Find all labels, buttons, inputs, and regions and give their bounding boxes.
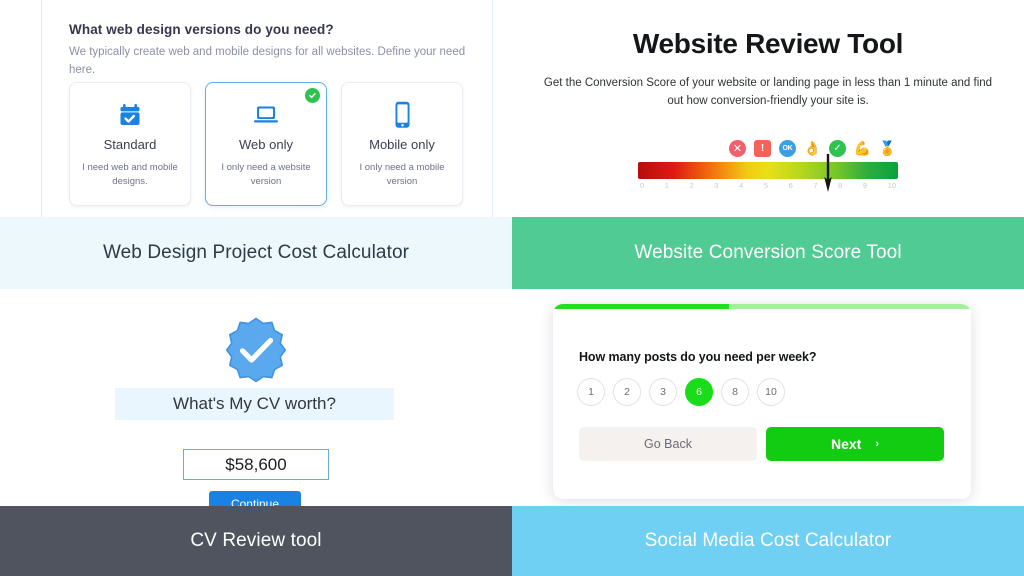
option-3[interactable]: 3 [649, 378, 677, 406]
score-tick: 10 [887, 181, 896, 190]
x-circle-icon: ✕ [729, 139, 746, 157]
award-medal-icon: 🏅 [878, 139, 897, 156]
web-design-option-mobile-only[interactable]: Mobile only I only need a mobile version [341, 82, 463, 206]
option-10[interactable]: 10 [757, 378, 785, 406]
banner-cv-review-tool[interactable]: CV Review tool [0, 506, 512, 576]
website-review-title: Website Review Tool [632, 28, 904, 59]
banner-label: Website Conversion Score Tool [634, 242, 902, 263]
banner-label: CV Review tool [190, 530, 322, 551]
web-design-cost-calculator-preview: What web design versions do you need? We… [0, 0, 512, 217]
web-design-option-web-only[interactable]: Web only I only need a website version [205, 82, 327, 206]
score-gradient-bar [638, 162, 898, 179]
option-6[interactable]: 6 [685, 378, 713, 406]
score-needle-icon [823, 154, 832, 192]
score-tick: 1 [664, 181, 669, 190]
web-design-option-list: Standard I need web and mobile designs. [69, 82, 463, 206]
score-tick: 2 [689, 181, 694, 190]
social-media-question-card: How many posts do you need per week? 1 2… [553, 304, 971, 499]
cv-amount-field[interactable]: $58,600 [183, 449, 329, 480]
option-2[interactable]: 2 [613, 378, 641, 406]
score-tick: 9 [862, 181, 868, 190]
banner-social-media-cost-calculator[interactable]: Social Media Cost Calculator [512, 506, 1024, 576]
conversion-score-scale: ✕ ! OK 👌 ✓ 💪 🏅 0 1 2 3 4 5 6 7 8 9 10 [638, 138, 898, 190]
next-label: Next [830, 436, 862, 452]
ok-hand-icon: 👌 [803, 139, 822, 156]
score-tick: 4 [739, 181, 744, 190]
website-review-subtitle: Get the Conversion Score of your website… [543, 77, 993, 108]
go-back-label: Go Back [644, 437, 692, 451]
web-design-option-desc: I only need a mobile version [359, 162, 445, 188]
posts-per-week-options: 1 2 3 6 8 10 [577, 378, 785, 406]
option-1[interactable]: 1 [577, 378, 605, 406]
banner-website-conversion-score-tool[interactable]: Website Conversion Score Tool [512, 217, 1024, 289]
option-8[interactable]: 8 [721, 378, 749, 406]
progress-track [553, 304, 971, 309]
social-media-question: How many posts do you need per week? [579, 350, 817, 364]
web-design-option-desc: I only need a website version [221, 162, 311, 188]
selected-check-icon [305, 88, 320, 103]
web-design-option-label: Web only [239, 137, 293, 152]
web-design-option-label: Mobile only [369, 137, 435, 152]
cv-headline: What's My CV worth? [173, 394, 336, 413]
website-review-tool-preview: Website Review Tool Get the Conversion S… [512, 0, 1024, 217]
wizard-buttons: Go Back Next › [579, 427, 944, 461]
web-design-option-standard[interactable]: Standard I need web and mobile designs. [69, 82, 191, 206]
cv-headline-band: What's My CV worth? [115, 388, 394, 420]
score-tick: 3 [714, 181, 719, 190]
calendar-check-icon [119, 100, 141, 130]
score-tick: 5 [763, 181, 768, 190]
ok-badge-icon: OK [779, 139, 796, 157]
chevron-right-icon: › [875, 438, 880, 450]
scale-icon-row: ✕ ! OK 👌 ✓ 💪 🏅 [638, 138, 898, 158]
web-design-subtitle: We typically create web and mobile desig… [69, 46, 466, 76]
cv-amount-value: $58,600 [225, 454, 287, 474]
laptop-icon [253, 100, 279, 130]
progress-fill [553, 304, 729, 309]
score-tick-labels: 0 1 2 3 4 5 6 7 8 9 10 [638, 179, 898, 190]
score-tick: 7 [813, 181, 818, 190]
verified-check-badge-icon [225, 317, 287, 383]
web-design-question: What web design versions do you need? [69, 22, 334, 37]
score-tick: 8 [838, 181, 843, 190]
web-design-form-panel: What web design versions do you need? We… [41, 0, 493, 217]
go-back-button[interactable]: Go Back [579, 427, 757, 461]
web-design-option-label: Standard [103, 137, 157, 152]
web-design-option-desc: I need web and mobile designs. [82, 162, 178, 188]
next-button[interactable]: Next › [766, 427, 944, 461]
score-tick: 6 [788, 181, 793, 190]
score-tick: 0 [640, 181, 645, 190]
banner-web-design-cost-calculator[interactable]: Web Design Project Cost Calculator [0, 217, 512, 289]
exclamation-box-icon: ! [754, 139, 771, 157]
mobile-phone-icon [394, 100, 411, 130]
banner-label: Social Media Cost Calculator [644, 530, 892, 551]
tools-showcase-grid: What web design versions do you need? We… [0, 0, 1024, 576]
flexed-biceps-icon: 💪 [853, 139, 872, 156]
banner-label: Web Design Project Cost Calculator [102, 242, 410, 263]
